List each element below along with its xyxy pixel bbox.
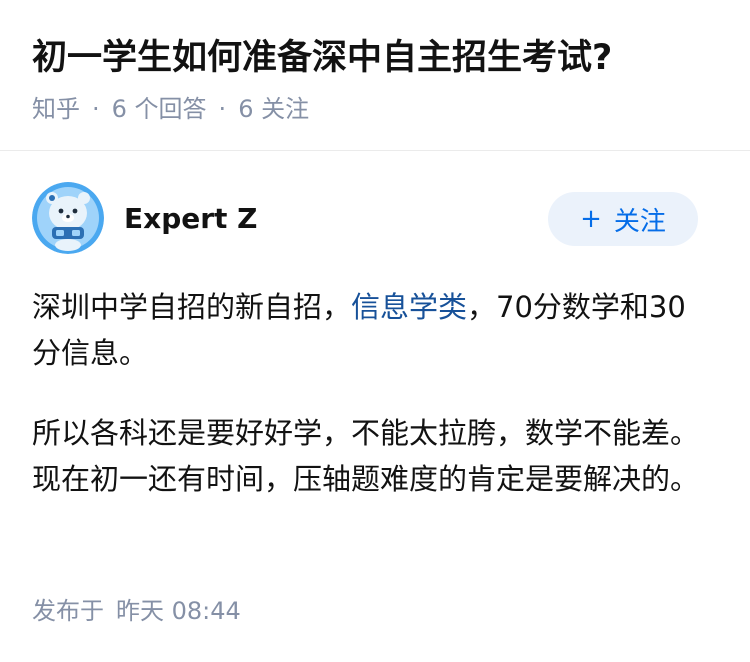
answer-text: 深圳中学自招的新自招， [32,290,352,324]
bear-mascot-avatar-icon[interactable] [32,182,104,254]
question-title[interactable]: 初一学生如何准备深中自主招生考试? [32,34,612,82]
answer-count[interactable]: 6 个回答 [112,95,207,123]
plus-icon: + [580,204,602,234]
keyword-link-info-category[interactable]: 信息学类 [351,290,467,324]
follower-count[interactable]: 6 关注 [238,95,309,123]
published-time[interactable]: 昨天 08:44 [116,597,241,625]
answer-content: 深圳中学自招的新自招，信息学类，70分数学和30分信息。 所以各科还是要好好学，… [32,284,712,536]
published-label: 发布于 [32,597,104,625]
follow-label: 关注 [613,206,666,237]
question-meta: 知乎 · 6 个回答 · 6 关注 [32,92,309,126]
answer-paragraph-1: 深圳中学自招的新自招，信息学类，70分数学和30分信息。 [32,284,712,376]
answer-author-row: Expert Z + 关注 [0,182,750,258]
author-name[interactable]: Expert Z [124,200,257,238]
answer-paragraph-2: 所以各科还是要好好学，不能太拉胯，数学不能差。现在初一还有时间，压轴题难度的肯定… [32,416,700,496]
post-time: 发布于 昨天 08:44 [32,594,241,628]
question-header: 初一学生如何准备深中自主招生考试? 知乎 · 6 个回答 · 6 关注 [0,0,750,151]
meta-separator: · [92,95,100,123]
source-label[interactable]: 知乎 [32,95,80,123]
avatar-image [32,182,104,254]
meta-separator: · [218,95,227,123]
follow-button[interactable]: + 关注 [548,192,698,246]
